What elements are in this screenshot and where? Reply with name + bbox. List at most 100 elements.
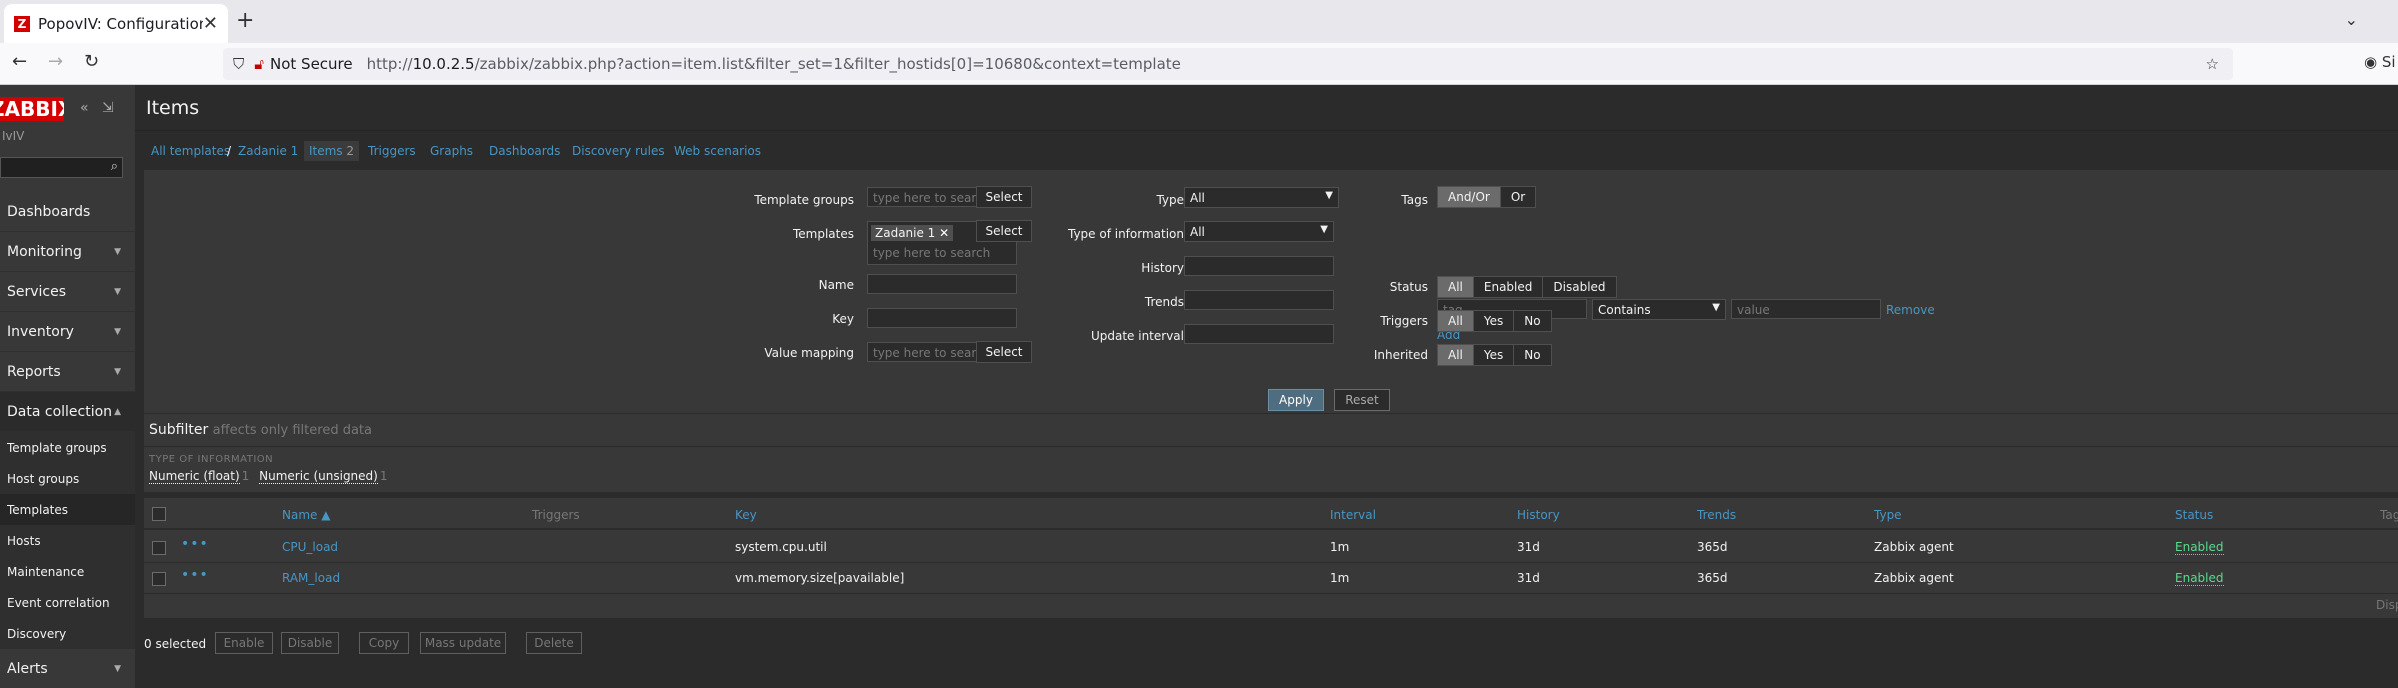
remove-chip-icon[interactable]: ✕ — [939, 226, 949, 240]
history-input[interactable] — [1184, 256, 1334, 276]
status-badge[interactable]: Enabled — [2175, 540, 2224, 555]
col-key[interactable]: Key — [735, 508, 757, 522]
name-input[interactable] — [867, 274, 1017, 294]
tag-value-input[interactable]: value — [1731, 299, 1881, 319]
url-text[interactable]: http://10.0.2.5/zabbix/zabbix.php?action… — [367, 55, 1181, 73]
reload-icon[interactable]: ↻ — [84, 51, 99, 72]
key-input[interactable] — [867, 308, 1017, 328]
tab-dashboards[interactable]: Dashboards — [489, 144, 560, 158]
browser-tab[interactable]: Z PopovIV: Configuration of ✕ — [4, 4, 228, 43]
menu-services[interactable]: Services ▼ — [0, 272, 135, 312]
sidebar-user: IvIV — [2, 129, 25, 143]
tab-web-scenarios[interactable]: Web scenarios — [674, 144, 761, 158]
bookmark-star-icon[interactable]: ☆ — [2206, 55, 2219, 73]
chevron-down-icon: ▼ — [1320, 224, 1328, 235]
item-history: 31d — [1517, 571, 1540, 585]
submenu-discovery[interactable]: Discovery — [0, 618, 135, 649]
subfilter-category: TYPE OF INFORMATION — [149, 454, 274, 465]
triggers-yes-option[interactable]: Yes — [1473, 311, 1515, 331]
template-groups-select-button[interactable]: Select — [976, 186, 1032, 208]
more-options-icon[interactable]: ••• — [181, 567, 209, 583]
breadcrumb-template[interactable]: Zadanie 1 — [238, 144, 298, 158]
col-interval[interactable]: Interval — [1330, 508, 1376, 522]
zabbix-logo[interactable]: ZABBIX — [0, 97, 64, 121]
menu-alerts[interactable]: Alerts ▼ — [0, 649, 135, 688]
col-trends[interactable]: Trends — [1697, 508, 1736, 522]
not-secure-label[interactable]: Not Secure — [270, 55, 353, 73]
col-history[interactable]: History — [1517, 508, 1560, 522]
type-of-information-select[interactable]: All ▼ — [1184, 221, 1334, 242]
subfilter-value-float[interactable]: Numeric (float) — [149, 469, 240, 484]
row-checkbox[interactable] — [152, 572, 166, 586]
disable-button[interactable]: Disable — [281, 632, 339, 654]
tab-discovery-rules[interactable]: Discovery rules — [572, 144, 665, 158]
col-name[interactable]: Name ▲ — [282, 508, 330, 522]
key-label: Key — [832, 312, 854, 326]
subfilter-value-unsigned[interactable]: Numeric (unsigned) — [259, 469, 378, 484]
sidebar-search-input[interactable]: ⌕ — [0, 157, 123, 178]
value-mapping-select-button[interactable]: Select — [976, 341, 1032, 363]
mass-update-button[interactable]: Mass update — [420, 632, 506, 654]
data-collection-submenu: Template groups Host groups Templates Ho… — [0, 432, 135, 649]
insecure-lock-icon[interactable]: 🔓︎ — [254, 55, 264, 73]
enable-button[interactable]: Enable — [215, 632, 273, 654]
submenu-hosts[interactable]: Hosts — [0, 525, 135, 556]
inherited-all-option[interactable]: All — [1438, 345, 1474, 365]
trends-input[interactable] — [1184, 290, 1334, 310]
copy-button[interactable]: Copy — [359, 632, 409, 654]
reset-button[interactable]: Reset — [1334, 389, 1390, 411]
tab-items[interactable]: Items 2 — [304, 141, 360, 161]
tab-graphs[interactable]: Graphs — [430, 144, 473, 158]
back-icon[interactable]: ← — [12, 51, 27, 72]
menu-monitoring[interactable]: Monitoring ▼ — [0, 232, 135, 272]
status-badge[interactable]: Enabled — [2175, 571, 2224, 586]
status-all-option[interactable]: All — [1438, 277, 1474, 297]
breadcrumb-all-templates[interactable]: All templates — [151, 144, 230, 158]
update-interval-input[interactable] — [1184, 324, 1334, 344]
apply-button[interactable]: Apply — [1268, 389, 1324, 411]
type-select[interactable]: All ▼ — [1184, 187, 1339, 208]
select-all-checkbox[interactable] — [152, 507, 166, 521]
account-button[interactable]: ◉ Si — [2364, 53, 2396, 71]
templates-select-button[interactable]: Select — [976, 220, 1032, 242]
item-name-link[interactable]: RAM_load — [282, 571, 340, 585]
forward-icon[interactable]: → — [48, 51, 63, 72]
url-bar[interactable]: ⛉ 🔓︎ Not Secure http://10.0.2.5/zabbix/z… — [223, 48, 2233, 80]
submenu-templates[interactable]: Templates — [0, 494, 135, 525]
inherited-yes-option[interactable]: Yes — [1473, 345, 1515, 365]
tag-operator-select[interactable]: Contains ▼ — [1592, 299, 1726, 320]
submenu-maintenance[interactable]: Maintenance — [0, 556, 135, 587]
menu-inventory[interactable]: Inventory ▼ — [0, 312, 135, 352]
status-disabled-option[interactable]: Disabled — [1543, 277, 1616, 297]
delete-button[interactable]: Delete — [526, 632, 582, 654]
tab-triggers[interactable]: Triggers — [368, 144, 416, 158]
item-name-link[interactable]: CPU_load — [282, 540, 338, 554]
chevron-down-icon[interactable]: ⌄ — [2345, 10, 2358, 29]
tags-and-or-option[interactable]: And/Or — [1438, 187, 1501, 207]
new-tab-icon[interactable]: + — [236, 8, 254, 33]
shield-icon[interactable]: ⛉ — [233, 55, 244, 73]
submenu-host-groups[interactable]: Host groups — [0, 463, 135, 494]
triggers-all-option[interactable]: All — [1438, 311, 1474, 331]
remove-tag-link[interactable]: Remove — [1886, 303, 1935, 317]
selected-count: 0 selected — [144, 637, 207, 651]
status-enabled-option[interactable]: Enabled — [1473, 277, 1544, 297]
menu-reports[interactable]: Reports ▼ — [0, 352, 135, 392]
tags-or-option[interactable]: Or — [1500, 187, 1536, 207]
item-history: 31d — [1517, 540, 1540, 554]
kiosk-mode-icon[interactable]: ⇲ — [102, 100, 114, 116]
table-row: ••• CPU_load system.cpu.util 1m 31d 365d… — [144, 532, 2398, 563]
submenu-event-correlation[interactable]: Event correlation — [0, 587, 135, 618]
close-icon[interactable]: ✕ — [203, 13, 218, 34]
triggers-no-option[interactable]: No — [1514, 311, 1551, 331]
inherited-no-option[interactable]: No — [1514, 345, 1551, 365]
col-status[interactable]: Status — [2175, 508, 2213, 522]
submenu-template-groups[interactable]: Template groups — [0, 432, 135, 463]
more-options-icon[interactable]: ••• — [181, 536, 209, 552]
menu-data-collection[interactable]: Data collection ▲ — [0, 392, 135, 432]
collapse-sidebar-icon[interactable]: « — [80, 100, 89, 116]
search-icon[interactable]: ⌕ — [111, 159, 118, 174]
menu-dashboards[interactable]: Dashboards — [0, 192, 135, 232]
col-type[interactable]: Type — [1874, 508, 1902, 522]
row-checkbox[interactable] — [152, 541, 166, 555]
